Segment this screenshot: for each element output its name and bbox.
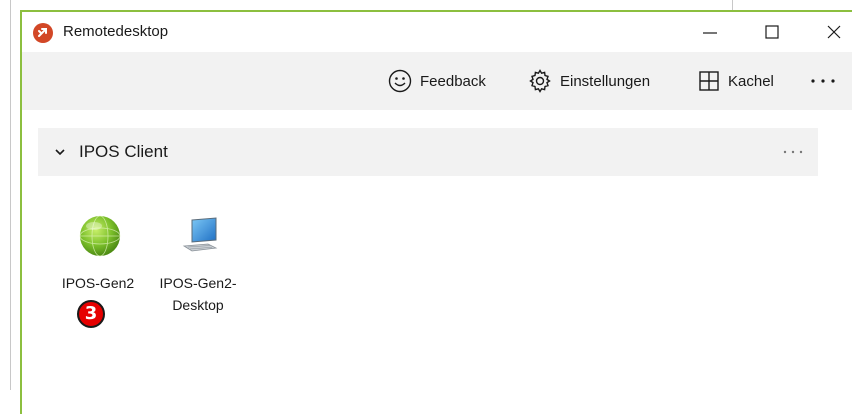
feedback-label: Feedback (420, 72, 486, 90)
settings-label: Einstellungen (560, 72, 651, 90)
desktop-computer-icon (182, 217, 218, 252)
more-icon (783, 150, 803, 154)
toolbar-more-button[interactable] (808, 65, 838, 97)
chevron-down-icon (55, 149, 65, 156)
tile-grid-icon (699, 71, 719, 91)
more-icon (811, 79, 835, 83)
view-mode-label: Kachel (728, 72, 774, 90)
step-number-badge: 3 (77, 300, 105, 328)
tile-label: IPOS-Gen2 (61, 275, 135, 291)
settings-button[interactable]: Einstellungen (528, 65, 650, 97)
toolbar: Feedback Einstellungen Kachel (22, 52, 852, 110)
group-title: IPOS Client (79, 142, 168, 161)
maximize-button[interactable] (744, 12, 800, 52)
smiley-icon (388, 69, 412, 93)
close-icon (827, 25, 841, 39)
remote-tile-ipos-gen2-desktop[interactable]: IPOS-Gen2-Desktop (148, 214, 248, 334)
group-header-ipos-client[interactable]: IPOS Client (38, 128, 818, 176)
remote-desktop-window: Remotedesktop Feedback Einstellungen Kac… (20, 10, 852, 414)
gear-icon (529, 69, 551, 93)
maximize-icon (765, 25, 779, 39)
remote-desktop-app-icon (33, 23, 53, 43)
minimize-icon (703, 32, 717, 34)
window-title: Remotedesktop (63, 23, 169, 40)
close-button[interactable] (806, 12, 852, 52)
group-more-button[interactable] (780, 140, 806, 164)
feedback-button[interactable]: Feedback (388, 65, 486, 97)
title-bar: Remotedesktop (22, 12, 852, 52)
view-mode-button[interactable]: Kachel (698, 65, 774, 97)
tile-label: IPOS-Gen2-Desktop (159, 275, 237, 313)
background-divider (10, 0, 11, 390)
minimize-button[interactable] (682, 12, 738, 52)
green-globe-icon (79, 215, 121, 257)
